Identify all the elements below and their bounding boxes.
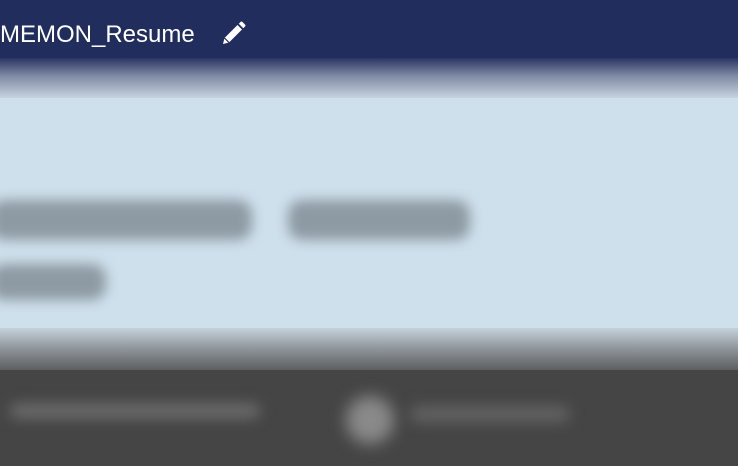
pencil-icon xyxy=(223,21,246,44)
blurred-heading-word xyxy=(288,200,470,240)
footer-bar xyxy=(0,370,738,466)
blurred-avatar xyxy=(346,396,394,444)
blurred-heading-word xyxy=(0,200,252,240)
rename-button[interactable] xyxy=(218,19,248,49)
blurred-subheading xyxy=(0,264,106,300)
app-window: MEMON_Resume xyxy=(0,0,738,466)
blurred-preview xyxy=(0,98,738,348)
blurred-footer-text xyxy=(410,406,570,422)
blurred-footer-text xyxy=(10,404,260,418)
header-shadow xyxy=(0,58,738,98)
document-title[interactable]: MEMON_Resume xyxy=(0,18,195,52)
